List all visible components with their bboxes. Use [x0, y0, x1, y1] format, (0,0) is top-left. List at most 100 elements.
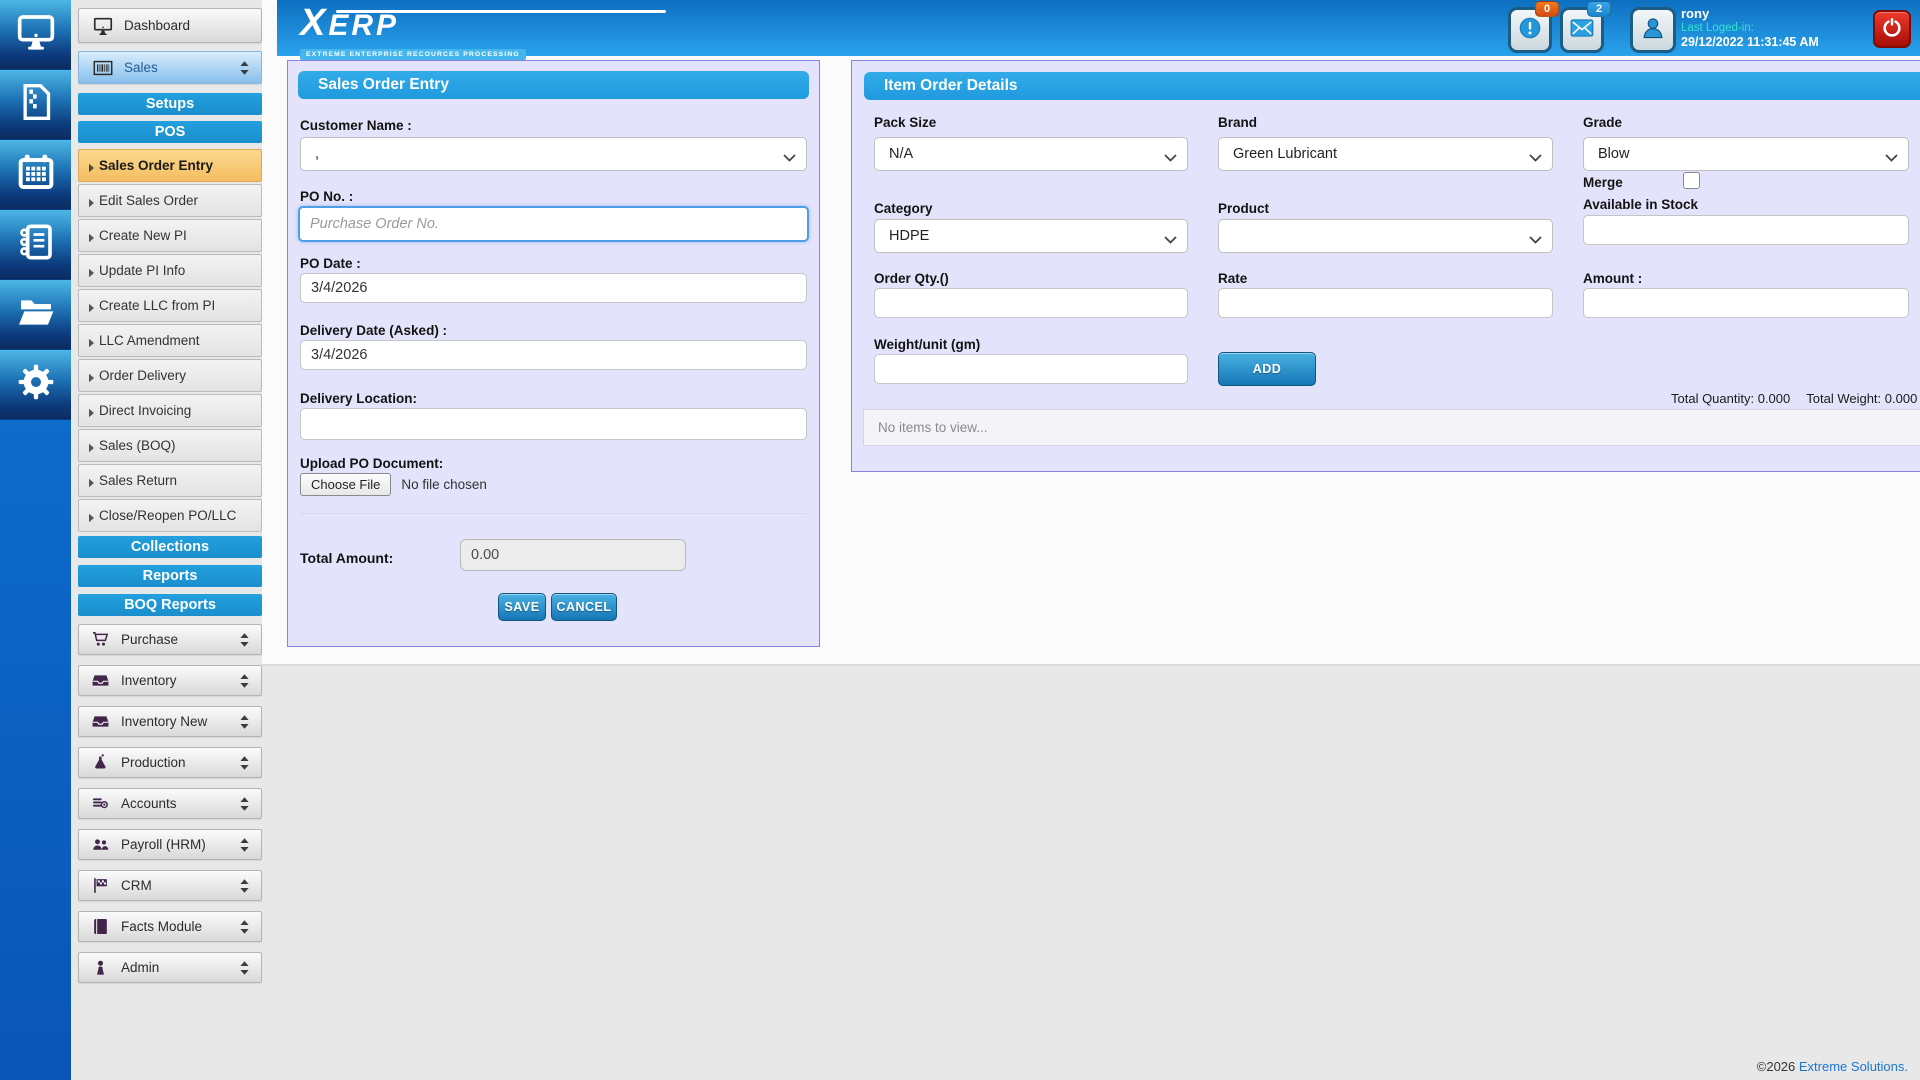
extreme-solutions-link[interactable]: Extreme Solutions.: [1799, 1059, 1908, 1074]
expand-collapse-icon: [238, 673, 251, 692]
sidebar-item-dashboard[interactable]: Dashboard: [78, 8, 262, 43]
delivery-date-input[interactable]: [300, 340, 807, 370]
merge-checkbox[interactable]: [1683, 172, 1700, 189]
sidebar-item-direct-invoicing[interactable]: Direct Invoicing: [78, 394, 262, 427]
save-button[interactable]: SAVE: [498, 593, 546, 621]
sidebar-item-close-reopen-po-llc[interactable]: Close/Reopen PO/LLC: [78, 499, 262, 532]
category-select[interactable]: HDPE: [874, 219, 1188, 253]
journal-icon: [16, 222, 56, 267]
rate-input[interactable]: [1218, 288, 1553, 318]
delivery-location-input[interactable]: [300, 408, 807, 440]
sidebar-section-setups[interactable]: Setups: [78, 93, 262, 115]
sidebar-item-accounts[interactable]: Accounts: [78, 788, 262, 819]
sidebar-item-update-pi-info[interactable]: Update PI Info: [78, 254, 262, 287]
sidebar-item-purchase[interactable]: Purchase: [78, 624, 262, 655]
sidebar-section-pos[interactable]: POS: [78, 121, 262, 143]
sidebar-item-admin[interactable]: Admin: [78, 952, 262, 983]
weight-unit-input[interactable]: [874, 354, 1188, 384]
expand-collapse-icon: [238, 919, 251, 938]
sidebar-item-edit-sales-order[interactable]: Edit Sales Order: [78, 184, 262, 217]
user-profile-button[interactable]: [1630, 7, 1676, 53]
sidebar-item-production[interactable]: Production: [78, 747, 262, 778]
sidebar: Dashboard Sales Setups POS Sales Order E…: [78, 8, 262, 993]
sidebar-section-collections[interactable]: Collections: [78, 536, 262, 558]
customer-name-value: ,: [315, 146, 320, 162]
pack-size-label: Pack Size: [874, 115, 937, 130]
total-weight-text: Total Weight: 0.000 kg: [1806, 391, 1920, 406]
messages-button[interactable]: 2: [1560, 1, 1611, 53]
sidebar-module-label: Inventory New: [121, 714, 208, 729]
alerts-button[interactable]: 0: [1508, 1, 1559, 53]
triangle-right-icon: [88, 336, 95, 351]
cancel-button[interactable]: CANCEL: [551, 593, 617, 621]
expand-collapse-icon: [238, 837, 251, 856]
po-no-input[interactable]: [298, 206, 809, 242]
sidebar-section-boq-reports[interactable]: BOQ Reports: [78, 594, 262, 616]
choose-file-button[interactable]: Choose File: [300, 473, 392, 496]
sidebar-item-create-new-pi[interactable]: Create New PI: [78, 219, 262, 252]
order-qty-input[interactable]: [874, 288, 1188, 318]
rail-folder-tile[interactable]: [0, 280, 71, 350]
power-icon: [1881, 16, 1903, 43]
rail-journal-tile[interactable]: [0, 210, 71, 280]
no-file-chosen-text: No file chosen: [401, 477, 487, 492]
person-icon: [91, 958, 110, 977]
expand-collapse-icon: [238, 632, 251, 651]
sidebar-item-sales-order-entry[interactable]: Sales Order Entry: [78, 149, 262, 182]
triangle-right-icon: [88, 441, 95, 456]
rail-archive-tile[interactable]: [0, 70, 71, 140]
category-label: Category: [874, 201, 933, 216]
total-amount-label: Total Amount:: [300, 550, 394, 566]
last-login-label: Last Loged-in:: [1681, 22, 1754, 34]
sidebar-item-inventory[interactable]: Inventory: [78, 665, 262, 696]
sidebar-item-inventory-new[interactable]: Inventory New: [78, 706, 262, 737]
po-no-label: PO No. :: [300, 189, 354, 204]
inbox-tray-icon: [91, 671, 110, 690]
calendar-icon: [16, 152, 56, 197]
available-in-stock-input[interactable]: [1583, 215, 1909, 245]
sidebar-item-create-llc-from-pi[interactable]: Create LLC from PI: [78, 289, 262, 322]
sidebar-item-order-delivery[interactable]: Order Delivery: [78, 359, 262, 392]
category-value: HDPE: [889, 228, 930, 244]
panel-title: Item Order Details: [864, 72, 1920, 100]
customer-name-label: Customer Name :: [300, 118, 412, 133]
delivery-date-label: Delivery Date (Asked) :: [300, 323, 448, 338]
sidebar-item-crm[interactable]: CRM: [78, 870, 262, 901]
settings-gear-icon: [16, 362, 56, 407]
pack-size-select[interactable]: N/A: [874, 137, 1188, 171]
sidebar-item-sales-return[interactable]: Sales Return: [78, 464, 262, 497]
chevron-down-icon: [783, 150, 796, 166]
add-item-button[interactable]: ADD: [1218, 352, 1316, 386]
amount-input[interactable]: [1583, 288, 1909, 318]
chevron-down-icon: [1529, 232, 1542, 248]
logout-power-button[interactable]: [1873, 10, 1911, 48]
grade-select[interactable]: Blow: [1583, 137, 1909, 171]
copyright-text: ©2026: [1756, 1059, 1799, 1074]
logo-decorative-line: [336, 10, 666, 13]
rail-dashboard-tile[interactable]: [0, 0, 71, 70]
form-divider: [300, 513, 807, 514]
sidebar-item-llc-amendment[interactable]: LLC Amendment: [78, 324, 262, 357]
brand-value: Green Lubricant: [1233, 146, 1337, 162]
sidebar-item-payroll-hrm[interactable]: Payroll (HRM): [78, 829, 262, 860]
upload-po-control: Choose File No file chosen: [300, 473, 487, 496]
triangle-right-icon: [88, 371, 95, 386]
panel-title: Sales Order Entry: [298, 71, 809, 99]
people-icon: [91, 835, 110, 854]
sidebar-section-reports[interactable]: Reports: [78, 565, 262, 587]
sidebar-item-sales-boq[interactable]: Sales (BOQ): [78, 429, 262, 462]
sidebar-item-sales[interactable]: Sales: [78, 51, 262, 84]
po-date-input[interactable]: [300, 273, 807, 303]
rail-settings-tile[interactable]: [0, 350, 71, 420]
sidebar-link-label: Close/Reopen PO/LLC: [99, 508, 237, 523]
left-icon-rail: [0, 0, 71, 1080]
rail-calendar-tile[interactable]: [0, 140, 71, 210]
inbox-tray-icon: [91, 712, 110, 731]
customer-name-select[interactable]: ,: [300, 137, 807, 171]
brand-select[interactable]: Green Lubricant: [1218, 137, 1553, 171]
alerts-badge: 0: [1535, 1, 1559, 17]
triangle-right-icon: [88, 476, 95, 491]
product-select[interactable]: [1218, 219, 1553, 253]
app-logo[interactable]: XERP EXTREME ENTERPRISE RECOURCES PROCES…: [300, 4, 666, 61]
sidebar-item-facts-module[interactable]: Facts Module: [78, 911, 262, 942]
